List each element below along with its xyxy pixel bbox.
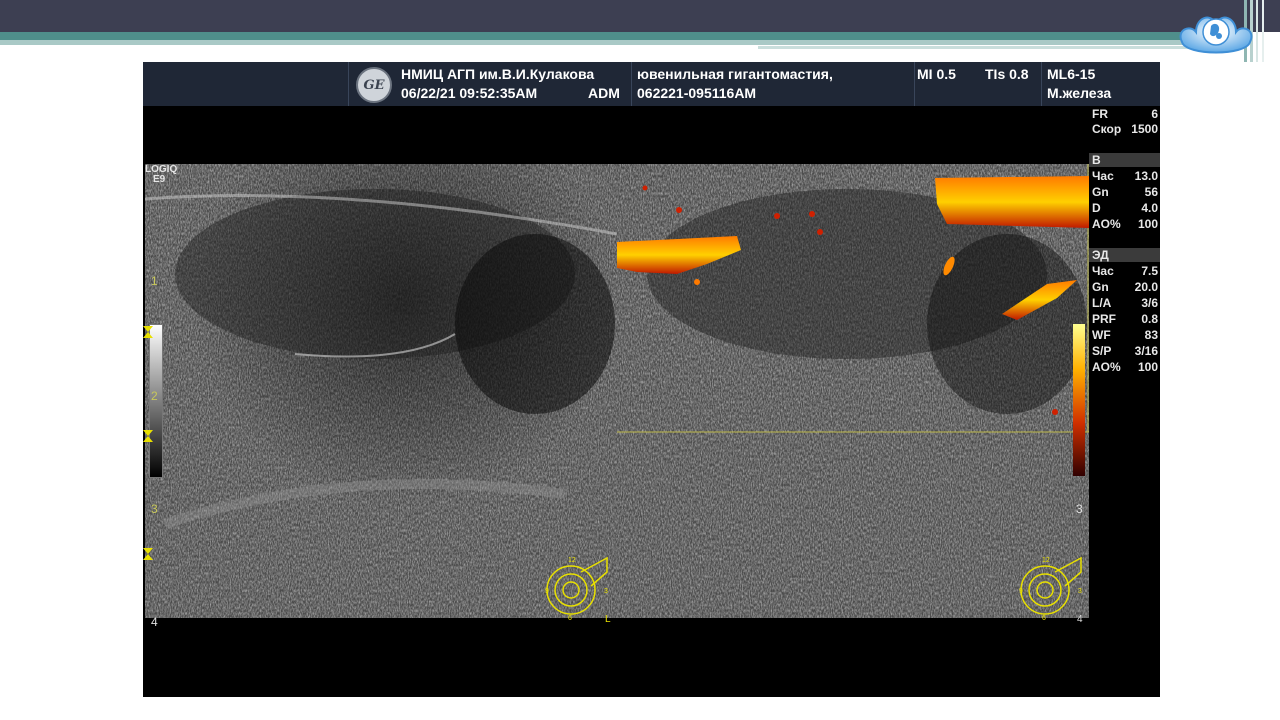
focus-marker-icon (143, 430, 153, 442)
institution-name: НМИЦ АГП им.В.И.Кулакова (401, 66, 595, 82)
exam-datetime: 06/22/21 09:52:35AM (401, 85, 538, 101)
scanner-model-line2: E9 (153, 174, 166, 185)
svg-text:3: 3 (604, 588, 608, 595)
focus-marker-icon (143, 326, 153, 338)
header-divider (631, 62, 632, 106)
section-title-ed: ЭД (1092, 248, 1109, 262)
body-marker-side: L (605, 614, 611, 625)
param-value: 4.0 (1141, 201, 1158, 215)
slide-header-band (0, 0, 1280, 32)
depth-tick-1: 1 (151, 274, 158, 288)
slide-accent-band-light (0, 40, 1240, 45)
body-marker-side-right: 4 (1077, 614, 1083, 625)
param-value: 83 (1144, 328, 1158, 342)
mechanical-index: MI 0.5 (917, 66, 956, 82)
header-divider (348, 62, 349, 106)
slide-stripe (1256, 0, 1258, 62)
svg-text:12: 12 (1042, 557, 1050, 564)
slide-accent-band (0, 32, 1240, 40)
thermal-index: TIs 0.8 (985, 66, 1029, 82)
ultrasound-header: GE НМИЦ АГП им.В.И.Кулакова 06/22/21 09:… (143, 62, 1160, 106)
svg-text:9: 9 (1019, 588, 1023, 595)
param-value: 56 (1144, 185, 1158, 199)
operator-id: ADM (588, 85, 620, 101)
mother-child-emblem-icon (1179, 16, 1253, 54)
ge-logo-icon: GE (356, 67, 392, 103)
param-value: 20.0 (1134, 280, 1158, 294)
doppler-color-bar (1073, 324, 1085, 476)
section-title-b: В (1092, 153, 1101, 167)
color-doppler-image (617, 164, 1089, 618)
svg-text:6: 6 (1042, 615, 1046, 622)
preset-name: М.железа (1047, 85, 1112, 101)
slide-stripe (1262, 0, 1264, 62)
breast-clock-diagram-icon: 12 9 3 6 (1019, 556, 1082, 622)
param-value: 100 (1137, 217, 1158, 231)
depth-tick-3-right: 3 (1076, 502, 1083, 516)
svg-text:3: 3 (1078, 588, 1082, 595)
slide-accent-line (758, 46, 1240, 49)
b-mode-image (145, 164, 617, 618)
param-value: 100 (1137, 360, 1158, 374)
param-value-fr: 6 (1151, 107, 1158, 121)
study-description: ювенильная гигантомастия, (637, 66, 833, 82)
exam-id: 062221-095116AM (637, 85, 757, 101)
doppler-flow-region (935, 176, 1089, 228)
param-value: 0.8 (1141, 312, 1158, 326)
param-value: 3/6 (1141, 296, 1158, 310)
focus-marker-icon (143, 548, 153, 560)
probe-name: ML6-15 (1047, 66, 1096, 82)
header-divider (914, 62, 915, 106)
depth-tick-3: 3 (151, 502, 158, 516)
svg-text:9: 9 (545, 588, 549, 595)
depth-tick-4: 4 (151, 615, 158, 629)
param-value-speed: 1500 (1131, 122, 1158, 136)
ultrasound-display: GE НМИЦ АГП им.В.И.Кулакова 06/22/21 09:… (143, 62, 1160, 697)
svg-text:6: 6 (568, 615, 572, 622)
param-value: 3/16 (1134, 344, 1158, 358)
header-divider (1041, 62, 1042, 106)
param-value: 13.0 (1134, 169, 1158, 183)
param-value: 7.5 (1141, 264, 1158, 278)
depth-tick-2: 2 (151, 389, 158, 403)
svg-text:12: 12 (568, 557, 576, 564)
breast-clock-diagram-icon: 12 9 3 6 (545, 556, 608, 622)
